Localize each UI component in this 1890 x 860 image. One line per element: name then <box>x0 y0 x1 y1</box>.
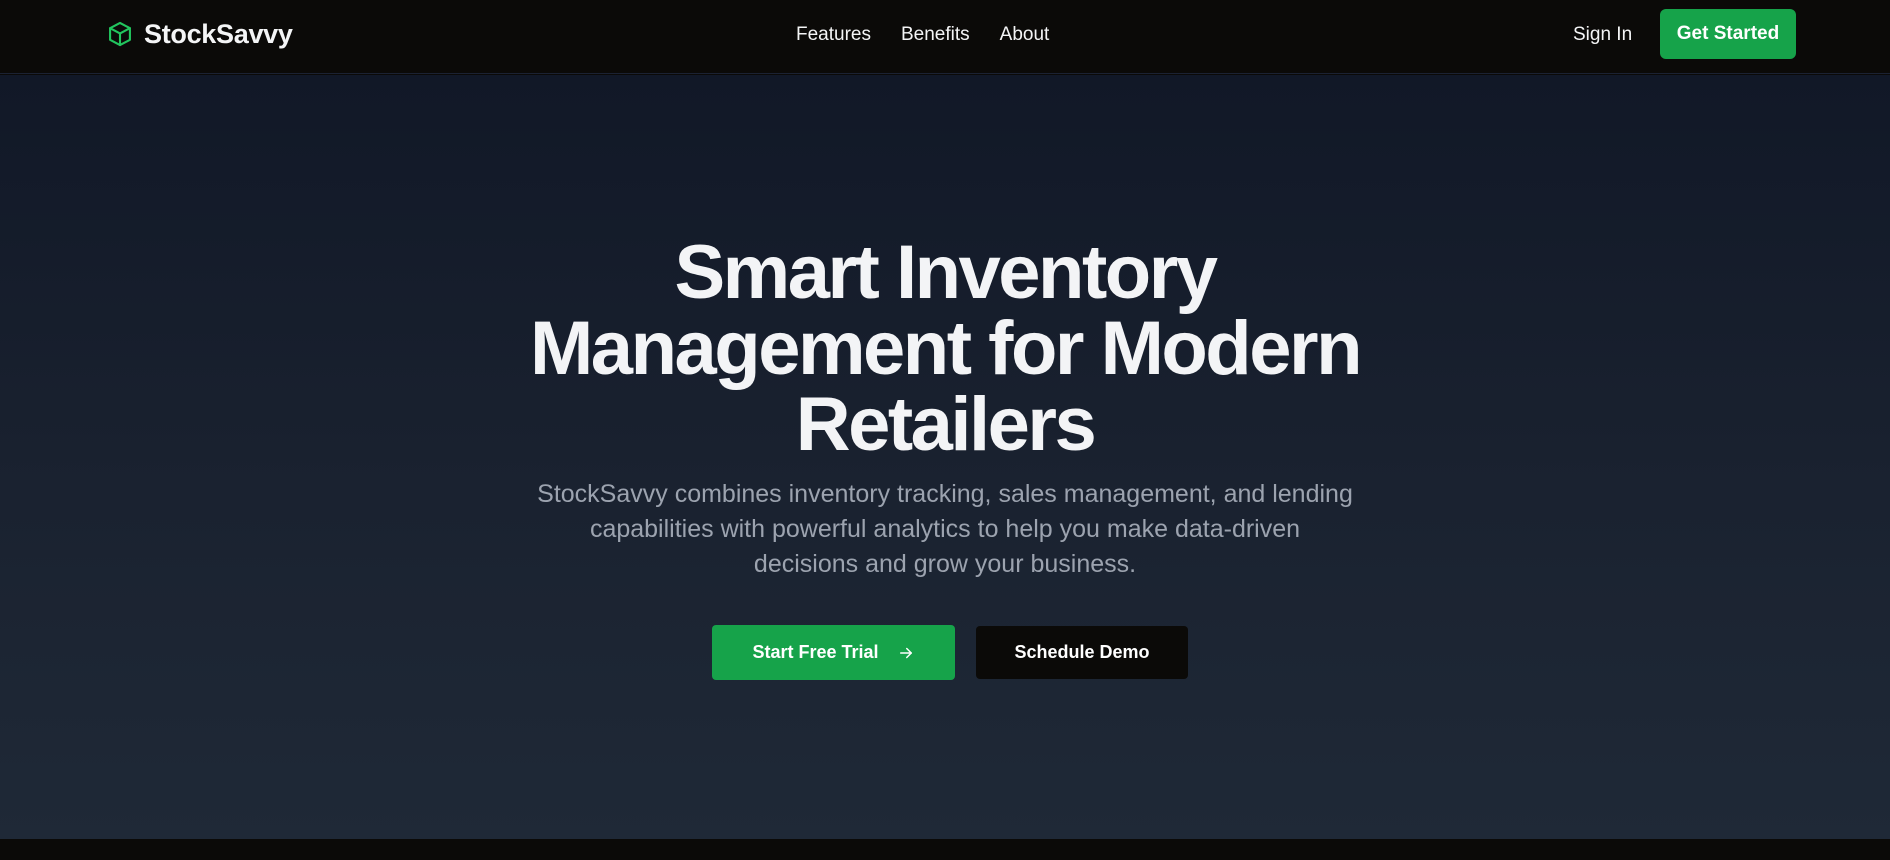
box-icon <box>109 21 131 47</box>
start-free-trial-label: Start Free Trial <box>752 642 879 662</box>
site-header: StockSavvy Features Benefits About Sign … <box>0 0 1890 74</box>
nav-link-about[interactable]: About <box>1000 22 1050 48</box>
schedule-demo-button[interactable]: Schedule Demo <box>976 626 1188 679</box>
hero-subtitle: StockSavvy combines inventory tracking, … <box>485 477 1405 582</box>
arrow-right-icon <box>899 647 912 658</box>
sign-in-link[interactable]: Sign In <box>1573 22 1632 48</box>
hero-title-line: Smart Inventory <box>674 230 1218 315</box>
hero-title-line: Management for Modern <box>530 306 1363 391</box>
hero-subtitle-line: capabilities with powerful analytics to … <box>589 515 1301 543</box>
hero-subtitle-line: decisions and grow your business. <box>753 550 1137 578</box>
nav-link-features[interactable]: Features <box>796 22 871 48</box>
hero-section: Smart Inventory Management for Modern Re… <box>0 75 1890 839</box>
main-nav: Features Benefits About <box>796 22 1049 48</box>
next-section-edge <box>0 839 1890 860</box>
start-free-trial-button[interactable]: Start Free Trial <box>712 625 955 680</box>
brand-logo-link[interactable]: StockSavvy <box>106 17 293 51</box>
hero-title: Smart Inventory Management for Modern Re… <box>445 235 1445 463</box>
hero-subtitle-line: StockSavvy combines inventory tracking, … <box>537 480 1353 508</box>
brand-name: StockSavvy <box>144 18 293 49</box>
nav-link-benefits[interactable]: Benefits <box>901 22 970 48</box>
hero-title-line: Retailers <box>795 382 1097 467</box>
get-started-button[interactable]: Get Started <box>1660 9 1796 59</box>
